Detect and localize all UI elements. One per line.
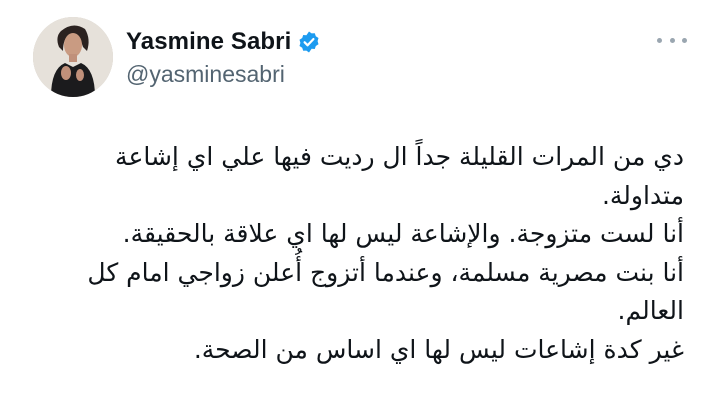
tweet-text-line: غير كدة إشاعات ليس لها اي اساس من الصحة. [193, 334, 684, 364]
dot [657, 37, 662, 43]
display-name[interactable]: Yasmine Sabri [126, 28, 291, 56]
handle[interactable]: @yasminesabri [126, 61, 285, 88]
tweet-text-line: العالم. [617, 296, 684, 325]
verified-badge-icon [297, 30, 321, 54]
tweet-text: دي من المرات القليلة جداً ال رديت فيها ع… [34, 138, 684, 369]
dot [669, 37, 675, 43]
more-horizontal-icon[interactable] [657, 30, 687, 50]
tweet-text-line: أنا لست متزوجة. والإشاعة ليس لها اي علاق… [122, 219, 684, 248]
tweet-text-line: دي من المرات القليلة جداً ال رديت فيها ع… [115, 142, 684, 171]
avatar[interactable] [33, 17, 113, 97]
author-name-row[interactable]: Yasmine Sabri [126, 26, 321, 58]
avatar-image [33, 17, 113, 97]
tweet-card: Yasmine Sabri @yasminesabri دي من المرات… [0, 0, 720, 402]
tweet-text-line: أنا بنت مصرية مسلمة، وعندما أتزوج أُعلن … [87, 257, 684, 287]
tweet-text-line: متداولة. [601, 180, 684, 210]
dot [682, 37, 687, 43]
